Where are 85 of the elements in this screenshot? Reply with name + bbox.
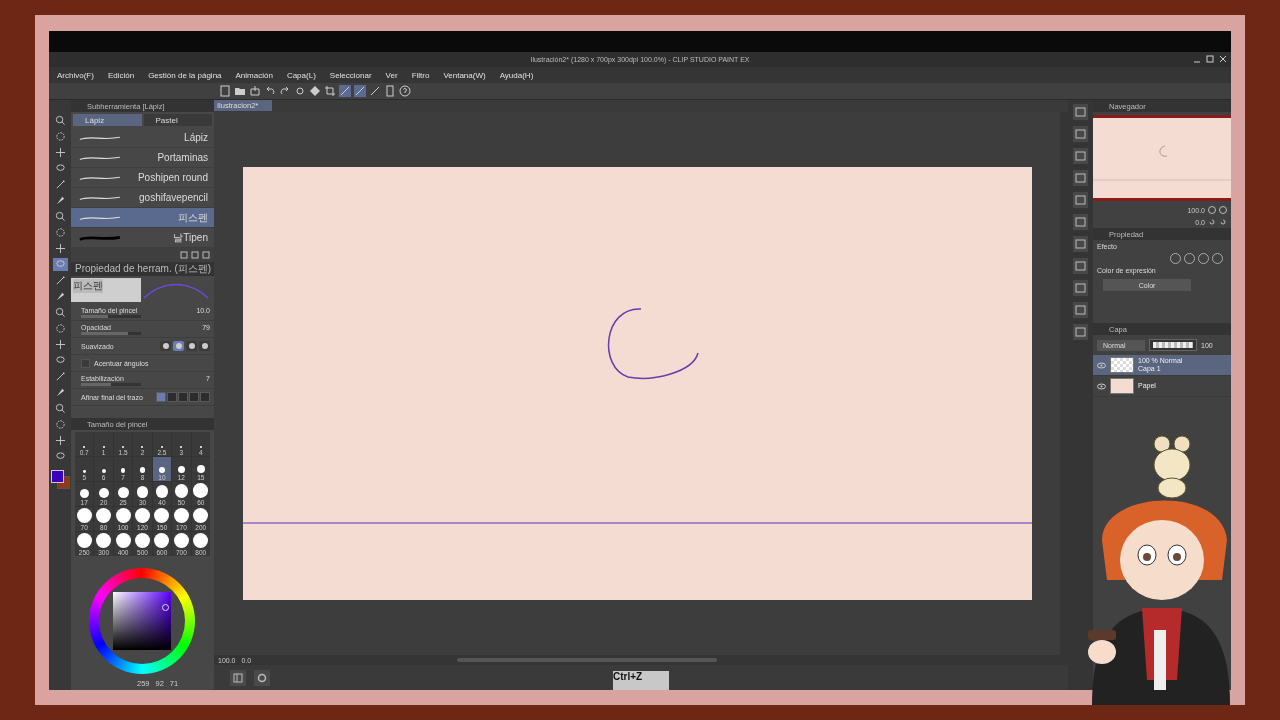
brush-item[interactable]: Poshipen round bbox=[71, 168, 214, 188]
panel-icon[interactable] bbox=[1073, 214, 1088, 230]
menu-item[interactable]: Gestión de la página bbox=[148, 70, 222, 80]
move-icon bbox=[54, 339, 66, 350]
panel-icon[interactable] bbox=[1073, 148, 1088, 164]
move-icon bbox=[54, 147, 66, 158]
menu-item[interactable]: Seleccionar bbox=[329, 70, 372, 80]
preview-label: 피스펜 bbox=[73, 279, 103, 293]
tablet-icon[interactable] bbox=[384, 85, 396, 97]
eye-icon[interactable] bbox=[1097, 361, 1106, 369]
subtool-tab[interactable]: Lápiz bbox=[73, 114, 142, 126]
move-icon bbox=[54, 243, 66, 254]
maximize-icon[interactable] bbox=[1206, 55, 1214, 63]
pen-icon bbox=[54, 387, 66, 398]
checkbox[interactable] bbox=[81, 358, 90, 368]
menu-item[interactable]: Ver bbox=[385, 70, 398, 80]
brush-name: Lápiz bbox=[184, 132, 208, 143]
menu-item[interactable]: Capa(L) bbox=[286, 70, 316, 80]
brush-item[interactable]: Portaminas bbox=[71, 148, 214, 168]
panel-icon[interactable] bbox=[1073, 302, 1088, 318]
zoom-icon bbox=[54, 115, 66, 126]
document-icon[interactable] bbox=[219, 85, 231, 97]
lasso-icon bbox=[54, 227, 66, 238]
brush-name: 날Tipen bbox=[173, 230, 208, 245]
brush-item[interactable]: 피스펜 bbox=[71, 208, 214, 228]
ellipse-icon bbox=[54, 451, 66, 462]
folder-icon[interactable] bbox=[234, 85, 246, 97]
panel-icon[interactable] bbox=[1073, 324, 1088, 340]
panel-icon[interactable] bbox=[1073, 126, 1088, 142]
panel-title: Propiedad de herram. (피스펜) bbox=[75, 262, 212, 276]
tool-button[interactable] bbox=[52, 258, 68, 271]
lasso-icon bbox=[54, 323, 66, 334]
pen-icon[interactable] bbox=[339, 85, 351, 97]
lasso-icon bbox=[54, 131, 66, 142]
panel-toggle-button[interactable] bbox=[230, 669, 246, 686]
zoom-icon bbox=[54, 403, 66, 414]
menu-item[interactable]: Filtro bbox=[411, 70, 430, 80]
pen-icon[interactable] bbox=[354, 85, 366, 97]
ellipse-icon bbox=[54, 259, 66, 270]
save-icon[interactable] bbox=[249, 85, 261, 97]
redo-icon[interactable] bbox=[279, 85, 291, 97]
antialias-option[interactable] bbox=[160, 341, 171, 351]
layer-thumbnail bbox=[1110, 357, 1134, 373]
panel-icon[interactable] bbox=[1073, 192, 1088, 208]
panel-icon bbox=[232, 671, 244, 684]
zoom-icon bbox=[54, 307, 66, 318]
key-press-overlay: Ctrl+Z bbox=[613, 671, 669, 690]
brush-name: 피스펜 bbox=[178, 210, 208, 225]
menu-item[interactable]: Ventana(W) bbox=[443, 70, 486, 80]
zoom-icon bbox=[54, 211, 66, 222]
layer-thumbnail bbox=[1110, 378, 1134, 394]
panel-icon[interactable] bbox=[1073, 170, 1088, 186]
panel-icon[interactable] bbox=[1073, 280, 1088, 296]
help-icon[interactable] bbox=[399, 85, 411, 97]
subtool-tab[interactable]: Pastel bbox=[143, 114, 212, 126]
antialias-option[interactable] bbox=[173, 341, 184, 351]
menu-item[interactable]: Archivo(F) bbox=[57, 70, 94, 80]
menu-item[interactable]: Animación bbox=[235, 70, 273, 80]
close-icon[interactable] bbox=[1219, 55, 1227, 63]
pen-icon bbox=[54, 291, 66, 302]
move-icon bbox=[54, 435, 66, 446]
crop-icon[interactable] bbox=[324, 85, 336, 97]
panel-icon[interactable] bbox=[1073, 104, 1088, 120]
brush-name: goshifavepencil bbox=[139, 192, 208, 203]
antialias-option[interactable] bbox=[199, 341, 210, 351]
brush-item[interactable]: Lápiz bbox=[71, 128, 214, 148]
saturation-square[interactable] bbox=[113, 592, 171, 650]
undo-icon[interactable] bbox=[264, 85, 276, 97]
menu-item[interactable]: Edición bbox=[107, 70, 135, 80]
panel-icon[interactable] bbox=[1073, 236, 1088, 252]
menu-item[interactable]: Ayuda(H) bbox=[499, 70, 534, 80]
antialias-option[interactable] bbox=[186, 341, 197, 351]
brush-name: Poshipen round bbox=[137, 172, 208, 183]
ellipse-icon bbox=[54, 163, 66, 174]
pen-icon bbox=[54, 195, 66, 206]
ellipse-icon bbox=[54, 355, 66, 366]
brush-name: Portaminas bbox=[157, 152, 208, 163]
panel-icon[interactable] bbox=[1073, 258, 1088, 274]
horizontal-scrollbar[interactable] bbox=[457, 658, 718, 662]
eye-icon[interactable] bbox=[1097, 382, 1106, 390]
lasso-icon bbox=[54, 419, 66, 430]
stroke-preview-drawing bbox=[143, 284, 209, 299]
opacity-slider[interactable] bbox=[1149, 339, 1197, 351]
pen-icon[interactable] bbox=[369, 85, 381, 97]
main-color-swatch[interactable] bbox=[51, 470, 64, 483]
